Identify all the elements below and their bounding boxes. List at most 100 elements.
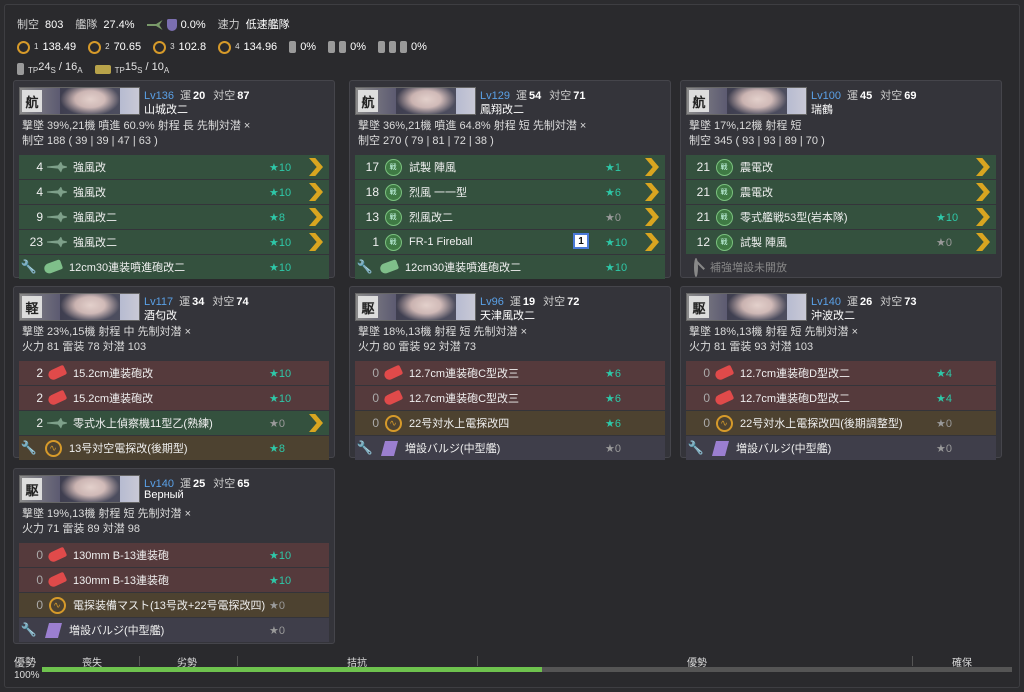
equipment-slot[interactable]: 0 12.7cm連装砲C型改三 ★6 xyxy=(355,361,665,385)
main-gun-icon xyxy=(713,389,735,407)
equipment-slot[interactable]: 21 戦零式艦戦53型(岩本隊) ★10 xyxy=(686,205,996,229)
improvement-level: ★4 xyxy=(936,392,952,405)
ship-class-glyph: 駆 xyxy=(22,478,42,500)
equipment-slot[interactable]: 0 ∿ 電探装備マスト(13号改+22号電探改四) ★0 xyxy=(19,593,329,617)
ship-name: Верный xyxy=(144,489,184,501)
aa-value: 65 xyxy=(237,478,250,490)
los-2: 70.65 xyxy=(113,41,142,53)
expansion-slot[interactable]: 🔧 増設バルジ(中型艦) ★0 xyxy=(686,436,996,460)
proficiency-icon xyxy=(970,256,996,278)
equipment-slot[interactable]: 4 強風改 ★10 xyxy=(19,180,329,204)
luck-label: 運 xyxy=(846,90,858,102)
ship-card: 航 Lv100 運 45 対空 69 瑞鶴 撃墜 17%,12機 射程 短制空 345 ( 9… xyxy=(680,80,1002,278)
equipment-name: 22号対水上電探改四 xyxy=(409,418,510,430)
proficiency-icon xyxy=(639,206,665,228)
equipment-slot[interactable]: 4 強風改 ★10 xyxy=(19,155,329,179)
equipment-icon xyxy=(47,183,67,201)
equipment-slot[interactable]: 0 ∿ 22号対水上電探改四(後期調整型) ★0 xyxy=(686,411,996,435)
ship-stats-line-2: 制空 270 ( 79 | 81 | 72 | 38 ) xyxy=(358,135,494,147)
expansion-slot[interactable]: 🔧 12cm30連装噴進砲改二 ★10 xyxy=(19,255,329,279)
equipment-slot[interactable]: 23 強風改二 ★10 xyxy=(19,230,329,254)
equipment-name: 22号対水上電探改四(後期調整型) xyxy=(740,418,903,430)
equipment-name: 強風改二 xyxy=(73,237,117,249)
expansion-slot[interactable]: 補強増設未開放 xyxy=(686,255,996,279)
equipment-slot[interactable]: 0 130mm B-13連装砲 ★10 xyxy=(19,543,329,567)
luck-value: 26 xyxy=(859,296,873,308)
los-3: 102.8 xyxy=(178,41,207,53)
luck-value: 20 xyxy=(192,90,206,102)
equipment-slot[interactable]: 17 戦試製 陣風 ★1 xyxy=(355,155,665,179)
equipment-icon: 戦 xyxy=(383,183,403,201)
equipment-slot[interactable]: 21 戦震電改 xyxy=(686,180,996,204)
aa-label: 対空 xyxy=(543,296,566,308)
ship-banner[interactable]: 航 xyxy=(19,87,140,115)
equipment-slot[interactable]: 18 戦烈風 一一型 ★6 xyxy=(355,180,665,204)
equipment-slot[interactable]: 2 15.2cm連装砲改 ★10 xyxy=(19,386,329,410)
slot-count: 0 xyxy=(36,548,43,562)
ship-banner[interactable]: 駆 xyxy=(686,293,807,321)
aa-value: 69 xyxy=(904,90,917,102)
fighter-icon: 戦 xyxy=(715,208,733,226)
improvement-level: ★10 xyxy=(269,549,292,562)
equipment-slot[interactable]: 0 ∿ 22号対水上電探改四 ★6 xyxy=(355,411,665,435)
expansion-slot[interactable]: 🔧 増設バルジ(中型艦) ★0 xyxy=(355,436,665,460)
ship-portrait xyxy=(60,476,120,502)
wrench-icon: 🔧 xyxy=(356,440,374,455)
aa-label: 対空 xyxy=(212,296,235,308)
ship-banner[interactable]: 軽 xyxy=(19,293,140,321)
ship-portrait xyxy=(396,88,456,114)
tank-value: 27.4% xyxy=(103,19,135,31)
fighter-icon: 戦 xyxy=(384,158,402,176)
ship-header: 航 Lv136 運 20 対空 87 山城改二 xyxy=(14,81,334,119)
equipment-name: 12.7cm連装砲D型改二 xyxy=(740,368,851,380)
ship-name: 酒匂改 xyxy=(144,310,177,322)
expansion-slot[interactable]: 🔧 12cm30連装噴進砲改二 ★10 xyxy=(355,255,665,279)
improvement-level: ★10 xyxy=(269,261,292,274)
ship-banner[interactable]: 航 xyxy=(355,87,476,115)
los-icon xyxy=(17,40,30,54)
slot-count: 0 xyxy=(372,366,379,380)
aa-label: 対空 xyxy=(880,296,903,308)
equipment-slot[interactable]: 2 15.2cm連装砲改 ★10 xyxy=(19,361,329,385)
improvement-level: ★0 xyxy=(269,599,285,612)
slot-count: 4 xyxy=(36,185,43,199)
expansion-slot[interactable]: 🔧 ∿ 13号対空電探改(後期型) ★8 xyxy=(19,436,329,460)
drum-icon xyxy=(289,41,297,53)
ship-header: 航 Lv100 運 45 対空 69 瑞鶴 xyxy=(681,81,1001,119)
equipment-slot[interactable]: 0 12.7cm連装砲C型改三 ★6 xyxy=(355,386,665,410)
equipment-slot[interactable]: 21 戦震電改 xyxy=(686,155,996,179)
expansion-slot[interactable]: 🔧 増設バルジ(中型艦) ★0 xyxy=(19,618,329,642)
equipment-slot[interactable]: 9 強風改二 ★8 xyxy=(19,205,329,229)
equipment-slot[interactable]: 0 12.7cm連装砲D型改二 ★4 xyxy=(686,361,996,385)
proficiency-icon xyxy=(970,387,996,409)
proficiency-icon xyxy=(303,544,329,566)
proficiency-icon xyxy=(303,387,329,409)
proficiency-icon xyxy=(639,256,665,278)
ship-banner[interactable]: 駆 xyxy=(355,293,476,321)
equipment-slot[interactable]: 13 戦烈風改二 ★0 xyxy=(355,205,665,229)
improvement-level: ★10 xyxy=(269,236,292,249)
proficiency-icon xyxy=(303,156,329,178)
ship-header: 駆 Lv140 運 25 対空 65 Верный xyxy=(14,469,334,507)
equipment-slot[interactable]: 1 戦 FR-1 Fireball ★10 1 xyxy=(355,230,665,254)
chevron-icon xyxy=(976,183,990,201)
ship-header: 駆 Lv96 運 19 対空 72 天津風改二 xyxy=(350,287,670,325)
slot-count: 2 xyxy=(36,416,43,430)
ship-stats-line-2: 火力 71 雷装 89 対潜 98 xyxy=(22,523,140,535)
slot-count: 2 xyxy=(36,366,43,380)
equipment-slot[interactable]: 0 12.7cm連装砲D型改二 ★4 xyxy=(686,386,996,410)
slot-count: 0 xyxy=(703,366,710,380)
ship-banner[interactable]: 駆 xyxy=(19,475,140,503)
tank-label: 艦隊 xyxy=(75,19,98,31)
expansion-name: 12cm30連装噴進砲改二 xyxy=(405,262,522,274)
ship-banner[interactable]: 航 xyxy=(686,87,807,115)
ship-card: 航 Lv136 運 20 対空 87 山城改二 撃墜 39%,21機 噴進 60.9% 射程 … xyxy=(13,80,335,280)
equipment-name: 試製 陣風 xyxy=(409,162,457,174)
equipment-icon: ∿ xyxy=(47,596,67,614)
ship-header: 駆 Lv140 運 26 対空 73 沖波改二 xyxy=(681,287,1001,325)
equipment-slot[interactable]: 12 戦試製 陣風 ★0 xyxy=(686,230,996,254)
improvement-level: ★10 xyxy=(269,367,292,380)
equipment-slot[interactable]: 2 零式水上偵察機11型乙(熟練) ★0 xyxy=(19,411,329,435)
equipment-list: 4 強風改 ★10 4 強風改 ★10 9 強風改二 ★8 23 強風改二 ★10 🔧 12cm30連装噴… xyxy=(19,155,329,280)
equipment-slot[interactable]: 0 130mm B-13連装砲 ★10 xyxy=(19,568,329,592)
